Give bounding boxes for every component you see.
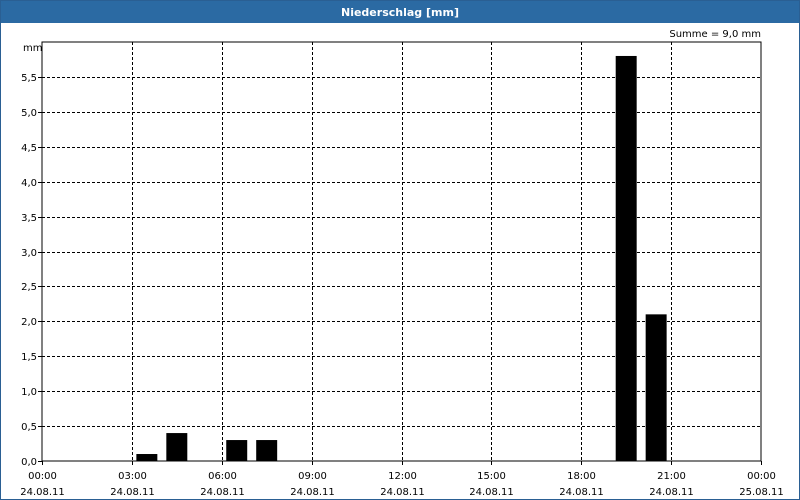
y-tick-label: 3,0 bbox=[21, 248, 37, 259]
y-tick-label: 3,5 bbox=[21, 213, 37, 224]
y-tick-label: 2,0 bbox=[21, 317, 37, 328]
precipitation-bar bbox=[256, 440, 278, 461]
x-tick-time-label: 09:00 bbox=[298, 471, 327, 482]
x-tick-time-label: 15:00 bbox=[477, 471, 506, 482]
precipitation-bar bbox=[136, 454, 158, 461]
precipitation-bar bbox=[645, 314, 667, 461]
y-tick-label: 1,5 bbox=[21, 352, 37, 363]
y-tick-label: 5,0 bbox=[21, 108, 37, 119]
x-tick-date-label: 24.08.11 bbox=[559, 487, 604, 498]
x-tick-date-label: 24.08.11 bbox=[200, 487, 245, 498]
y-tick-label: 4,0 bbox=[21, 178, 37, 189]
y-tick-label: 5,5 bbox=[21, 73, 37, 84]
bar-layer bbox=[136, 55, 667, 461]
x-tick-date-label: 24.08.11 bbox=[290, 487, 335, 498]
x-tick-date-label: 24.08.11 bbox=[380, 487, 425, 498]
x-tick-date-label: 25.08.11 bbox=[739, 487, 784, 498]
y-tick-label: 1,0 bbox=[21, 387, 37, 398]
sum-label: Summe = 9,0 mm bbox=[669, 29, 761, 40]
x-tick-time-label: 21:00 bbox=[657, 471, 686, 482]
precipitation-bar bbox=[166, 433, 188, 461]
x-tick-time-label: 12:00 bbox=[388, 471, 417, 482]
x-tick-date-label: 24.08.11 bbox=[20, 487, 65, 498]
chart-window: Niederschlag [mm] mm Summe = 9,0 mm 0,0 0… bbox=[0, 0, 800, 500]
x-tick-date-label: 24.08.11 bbox=[649, 487, 694, 498]
x-tick-time-label: 00:00 bbox=[28, 471, 57, 482]
x-tick-time-label: 06:00 bbox=[208, 471, 237, 482]
y-axis-unit-label: mm bbox=[23, 43, 42, 54]
precipitation-chart: mm Summe = 9,0 mm 0,0 0,5 1,0 1,5 2,0 2,5 3,0 3… bbox=[20, 29, 784, 498]
x-tick-date-label: 24.08.11 bbox=[110, 487, 155, 498]
x-tick-date-label: 24.08.11 bbox=[469, 487, 514, 498]
x-tick-time-label: 18:00 bbox=[567, 471, 596, 482]
y-tick-label: 2,5 bbox=[21, 282, 37, 293]
x-tick-time-label: 03:00 bbox=[118, 471, 147, 482]
x-tick-time-label: 00:00 bbox=[747, 471, 776, 482]
y-tick-label: 0,5 bbox=[21, 422, 37, 433]
precipitation-bar bbox=[226, 440, 248, 461]
y-tick-label: 4,5 bbox=[21, 143, 37, 154]
y-tick-label: 0,0 bbox=[21, 457, 37, 468]
precipitation-bar bbox=[615, 55, 637, 461]
